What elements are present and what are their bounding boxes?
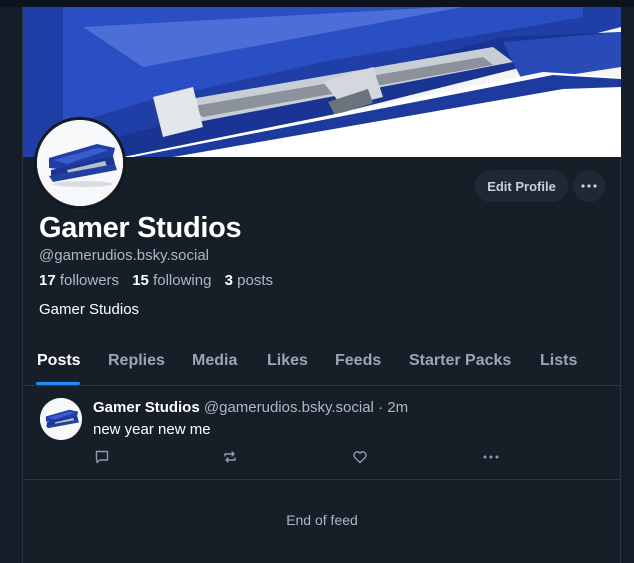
- stapler-avatar-image: [40, 398, 82, 440]
- profile-tabs: Posts Replies Media Likes Feeds Starter …: [23, 341, 621, 386]
- profile-avatar[interactable]: [35, 118, 125, 208]
- top-edge-bar: [0, 0, 634, 7]
- post-timestamp[interactable]: 2m: [387, 399, 408, 416]
- tab-replies[interactable]: Replies: [108, 352, 165, 370]
- stapler-avatar-image: [37, 120, 123, 206]
- tab-posts[interactable]: Posts: [37, 352, 81, 370]
- ellipsis-icon: [581, 184, 597, 188]
- end-of-feed: End of feed: [286, 512, 358, 528]
- following-label: following: [153, 272, 212, 289]
- post-author-handle[interactable]: @gamerudios.bsky.social: [204, 399, 374, 416]
- followers-label: followers: [59, 272, 120, 289]
- following-count: 15: [132, 272, 149, 289]
- tab-starter-packs[interactable]: Starter Packs: [409, 352, 511, 370]
- followers-count: 17: [39, 272, 56, 289]
- posts-label: posts: [237, 272, 273, 289]
- tab-likes[interactable]: Likes: [267, 352, 308, 370]
- followers-link[interactable]: 17 followers: [39, 272, 119, 289]
- active-tab-indicator: [36, 382, 80, 385]
- post-text: new year new me: [93, 421, 211, 438]
- profile-bio: Gamer Studios: [39, 301, 140, 318]
- post-more-button[interactable]: [481, 447, 501, 467]
- tab-media[interactable]: Media: [192, 352, 237, 370]
- reply-icon: [95, 450, 109, 464]
- tab-lists[interactable]: Lists: [540, 352, 577, 370]
- post-author-avatar[interactable]: [40, 398, 82, 440]
- more-options-button[interactable]: [573, 170, 605, 202]
- reply-button[interactable]: [92, 447, 112, 467]
- repost-icon: [224, 451, 236, 463]
- like-icon: [353, 451, 367, 464]
- like-button[interactable]: [350, 447, 370, 467]
- profile-handle: @gamerudios.bsky.social: [39, 247, 210, 264]
- posts-count: 3: [224, 272, 233, 289]
- following-link[interactable]: 15 following: [132, 272, 211, 289]
- display-name: Gamer Studios: [39, 212, 242, 244]
- posts-stat: 3 posts: [225, 272, 273, 289]
- more-icon: [483, 455, 499, 459]
- feed-post[interactable]: Gamer Studios @gamerudios.bsky.social · …: [23, 387, 621, 480]
- profile-column: Edit Profile Gamer Studios @gamerudios.b…: [22, 7, 621, 563]
- post-header: Gamer Studios @gamerudios.bsky.social · …: [93, 399, 408, 416]
- profile-stats: 17 followers 15 following 3 posts: [39, 272, 273, 289]
- repost-button[interactable]: [220, 447, 240, 467]
- post-author-name[interactable]: Gamer Studios: [93, 399, 200, 416]
- edit-profile-button[interactable]: Edit Profile: [475, 170, 568, 202]
- tab-feeds[interactable]: Feeds: [335, 352, 381, 370]
- post-separator: ·: [378, 399, 384, 416]
